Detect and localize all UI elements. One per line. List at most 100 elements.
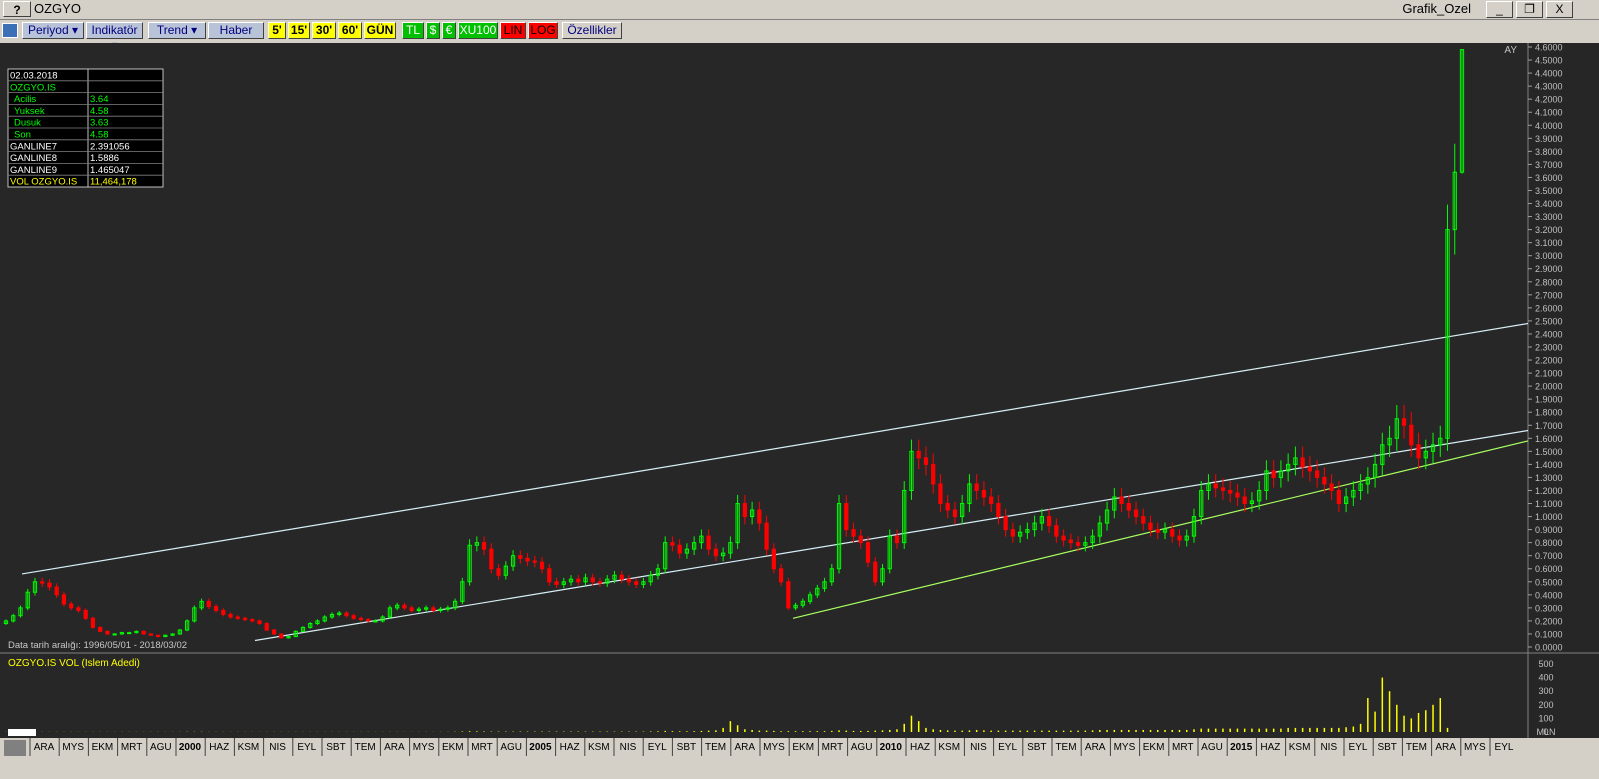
x-axis-label: NIS bbox=[620, 742, 637, 753]
x-axis-corner bbox=[4, 740, 26, 756]
x-axis-label: EKM bbox=[442, 742, 464, 753]
candle-body bbox=[1228, 489, 1233, 494]
candle-body bbox=[358, 617, 364, 621]
candle-body bbox=[496, 568, 501, 576]
toolbar-button-9[interactable]: TL bbox=[402, 22, 424, 39]
candle-body bbox=[1141, 516, 1146, 524]
candle-body bbox=[554, 581, 559, 585]
period-label: AY bbox=[1504, 45, 1517, 56]
candle-body bbox=[221, 609, 226, 615]
x-axis-label: TEM bbox=[1055, 742, 1076, 753]
x-axis-label: KSM bbox=[938, 742, 960, 753]
candle-body bbox=[547, 568, 552, 583]
volume-tick-label: 400 bbox=[1538, 673, 1553, 683]
x-axis-label: ARA bbox=[384, 742, 405, 753]
toolbar-button-1[interactable]: Indikatör ▾ bbox=[86, 22, 143, 52]
x-axis-label: ARA bbox=[34, 742, 55, 753]
toolbar-button-14[interactable]: LOG bbox=[528, 22, 558, 39]
toolbar-button-7[interactable]: 60' bbox=[338, 22, 362, 39]
candle-body bbox=[764, 522, 769, 550]
candle-body bbox=[409, 607, 414, 611]
toolbar-button-3[interactable]: Haber bbox=[208, 22, 264, 39]
candle-body bbox=[1300, 457, 1305, 468]
candle-body bbox=[576, 578, 581, 583]
candle-body bbox=[865, 542, 871, 563]
close-button[interactable]: X bbox=[1546, 1, 1573, 18]
candle-body bbox=[1235, 492, 1240, 498]
toolbar-button-8[interactable]: GÜN bbox=[364, 22, 396, 39]
candle-body bbox=[206, 600, 211, 608]
x-axis-label: 2010 bbox=[880, 742, 903, 753]
toolbar-button-13[interactable]: LIN bbox=[500, 22, 526, 39]
help-button[interactable]: ? bbox=[3, 1, 31, 17]
candle-body bbox=[706, 535, 711, 550]
chart-svg: 4.6000 4.5000 4.4000 4.3000 4.2000 4.1000 4.00… bbox=[0, 43, 1599, 779]
minimize-button[interactable]: _ bbox=[1486, 1, 1513, 18]
x-axis-label: TEM bbox=[705, 742, 726, 753]
y-tick-label: 0.0000 bbox=[1535, 643, 1563, 653]
candle-body bbox=[757, 509, 762, 524]
y-tick-label: 1.8000 bbox=[1535, 408, 1563, 418]
volume-tick-label: 300 bbox=[1538, 686, 1553, 696]
candle-body bbox=[670, 542, 675, 546]
candle-body bbox=[54, 586, 59, 596]
toolbar-button-15[interactable]: Özellikler bbox=[562, 22, 622, 39]
info-value: 1.5886 bbox=[90, 153, 119, 164]
title-bar: ? OZGYO Grafik_Ozel _ ❐ X bbox=[0, 0, 1599, 20]
toolbar-button-10[interactable]: $ bbox=[426, 22, 440, 39]
candle-body bbox=[974, 483, 979, 491]
x-axis-label: 2005 bbox=[529, 742, 552, 753]
y-tick-label: 2.3000 bbox=[1535, 343, 1563, 353]
candle-body bbox=[61, 594, 67, 605]
x-axis-label: MYS bbox=[62, 742, 84, 753]
toolbar-button-0[interactable]: Periyod ▾ bbox=[22, 22, 84, 39]
candle-body bbox=[525, 557, 530, 562]
candle-body bbox=[141, 630, 146, 635]
candle-body bbox=[228, 613, 233, 618]
toolbar-button-5[interactable]: 15' bbox=[288, 22, 310, 39]
candle-body bbox=[1409, 424, 1414, 446]
candle-body bbox=[1315, 470, 1320, 478]
toolbar-button-11[interactable]: € bbox=[442, 22, 456, 39]
y-tick-label: 3.7000 bbox=[1535, 160, 1563, 170]
y-tick-label: 1.4000 bbox=[1535, 460, 1563, 470]
candle-body bbox=[1155, 529, 1160, 533]
candle-body bbox=[858, 535, 863, 544]
toolbar-button-6[interactable]: 30' bbox=[312, 22, 336, 39]
x-axis-label: NIS bbox=[1320, 742, 1337, 753]
restore-button[interactable]: ❐ bbox=[1516, 1, 1543, 18]
x-axis-label: EKM bbox=[792, 742, 814, 753]
candle-body bbox=[40, 581, 45, 584]
x-axis-label: EKM bbox=[92, 742, 114, 753]
candle-body bbox=[532, 560, 537, 563]
candle-body bbox=[981, 489, 987, 498]
candle-body bbox=[626, 578, 632, 583]
candle-body bbox=[1075, 542, 1081, 546]
candle-body bbox=[98, 626, 103, 632]
y-tick-label: 2.4000 bbox=[1535, 329, 1563, 339]
x-axis-label: AGU bbox=[150, 742, 172, 753]
candle-body bbox=[1322, 476, 1327, 485]
y-tick-label: 1.1000 bbox=[1535, 499, 1563, 509]
toolbar-button-4[interactable]: 5' bbox=[268, 22, 286, 39]
candle-body bbox=[1416, 444, 1421, 459]
y-tick-label: 4.4000 bbox=[1535, 69, 1563, 79]
chart-background bbox=[0, 43, 1599, 738]
candle-body bbox=[402, 604, 407, 609]
candle-body bbox=[923, 457, 929, 465]
x-axis-label: MRT bbox=[121, 742, 142, 753]
y-tick-label: 2.7000 bbox=[1535, 290, 1563, 300]
candle-body bbox=[1119, 496, 1124, 505]
y-tick-label: 2.9000 bbox=[1535, 264, 1563, 274]
y-tick-label: 1.6000 bbox=[1535, 434, 1563, 444]
candle-body bbox=[1242, 496, 1247, 505]
candle-body bbox=[271, 629, 277, 635]
candle-body bbox=[786, 581, 791, 609]
x-axis-label: HAZ bbox=[560, 742, 580, 753]
y-tick-label: 0.5000 bbox=[1535, 577, 1563, 587]
candle-body bbox=[489, 548, 494, 570]
candle-body bbox=[351, 615, 356, 619]
toolbar-button-2[interactable]: Trend ▾ bbox=[148, 22, 206, 39]
toolbar-button-12[interactable]: XU100 bbox=[458, 22, 498, 39]
info-label: GANLINE9 bbox=[10, 165, 57, 176]
